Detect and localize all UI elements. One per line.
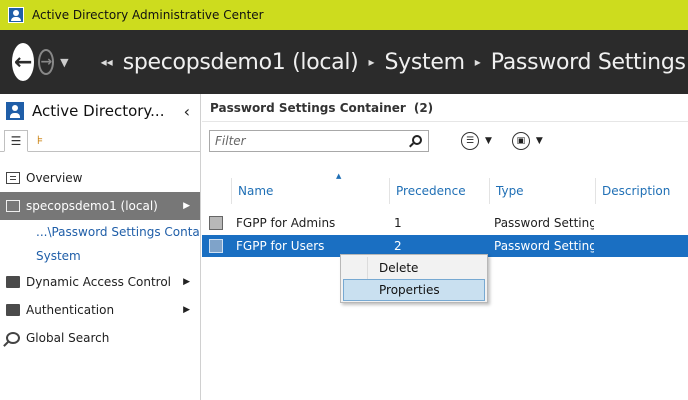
sidebar-item-domain[interactable]: specopsdemo1 (local) ▶ <box>0 192 200 220</box>
sidebar-item-global-search[interactable]: Global Search <box>0 324 200 352</box>
navigation-pane-title: Active Directory... <box>32 102 165 120</box>
sidebar-item-authentication[interactable]: Authentication ▶ <box>0 296 200 324</box>
app-icon <box>8 7 24 23</box>
content-toolbar: ☰ ▼ ▣ ▼ <box>202 122 688 160</box>
item-count: (2) <box>413 100 434 115</box>
list-options-icon: ☰ <box>461 132 479 150</box>
folder-icon <box>6 276 20 288</box>
sidebar-item-system[interactable]: System <box>0 244 200 268</box>
chevron-down-icon: ▼ <box>485 136 492 146</box>
sidebar-item-password-settings-container[interactable]: ...\Password Settings Contai... <box>0 220 200 244</box>
domain-icon <box>6 200 20 212</box>
column-header-icon <box>202 178 232 204</box>
cell-name: FGPP for Users <box>236 239 325 253</box>
sidebar-item-label: Overview <box>26 171 83 185</box>
sidebar-item-overview[interactable]: Overview <box>0 164 200 192</box>
container-header: Password Settings Container (2) <box>202 94 688 122</box>
cell-precedence: 2 <box>394 239 402 253</box>
overview-icon <box>6 172 20 184</box>
active-directory-icon <box>6 102 24 120</box>
save-query-button[interactable]: ▣ ▼ <box>511 132 543 150</box>
sidebar-item-label: Dynamic Access Control <box>26 275 172 289</box>
expand-arrow-icon[interactable]: ▶ <box>183 305 190 315</box>
password-settings-icon <box>209 216 223 230</box>
forward-button[interactable]: → <box>38 49 55 75</box>
cell-type: Password Settings <box>494 216 594 230</box>
column-header-label: Description <box>602 184 671 198</box>
column-header-description[interactable]: Description <box>596 178 688 204</box>
container-title: Password Settings Container <box>210 100 406 115</box>
back-button[interactable]: ← <box>12 43 35 81</box>
breadcrumb: ◂◂ specopsdemo1 (local) ▸ System ▸ Passw… <box>91 50 688 75</box>
arrow-right-icon: → <box>40 54 53 70</box>
cell-precedence: 1 <box>394 216 402 230</box>
view-tabs: ☰ ⊧ <box>0 128 200 152</box>
breadcrumb-overflow-icon[interactable]: ◂◂ <box>101 55 113 69</box>
menu-item-delete[interactable]: Delete <box>343 257 485 279</box>
expand-arrow-icon[interactable]: ▶ <box>183 201 190 211</box>
navigation-pane-header: Active Directory... ‹ <box>0 94 200 128</box>
column-header-label: Precedence <box>396 184 466 198</box>
breadcrumb-item-system[interactable]: System <box>384 50 465 75</box>
folder-icon <box>6 304 20 316</box>
navigation-bar: ← → ▼ ◂◂ specopsdemo1 (local) ▸ System ▸… <box>0 30 688 94</box>
collapse-pane-icon[interactable]: ‹ <box>184 102 190 121</box>
navigation-pane: Active Directory... ‹ ☰ ⊧ Overview speco… <box>0 94 201 400</box>
table-header: ▲ Name Precedence Type Description <box>202 172 688 204</box>
breadcrumb-item-password-settings[interactable]: Password Settings C <box>491 50 688 75</box>
table-row[interactable]: FGPP for Admins 1 Password Settings <box>202 212 688 234</box>
cell-type: Password Settings <box>494 239 594 253</box>
sidebar-item-label: Authentication <box>26 303 115 317</box>
arrow-left-icon: ← <box>14 49 33 75</box>
title-bar: Active Directory Administrative Center <box>0 0 688 30</box>
save-icon: ▣ <box>511 132 530 150</box>
search-icon[interactable] <box>412 135 422 145</box>
breadcrumb-separator-icon[interactable]: ▸ <box>368 55 374 69</box>
password-settings-icon <box>209 239 223 253</box>
chevron-down-icon: ▼ <box>535 136 543 146</box>
filter-input[interactable] <box>215 134 400 148</box>
sidebar-item-label: Global Search <box>26 331 110 345</box>
history-dropdown-icon[interactable]: ▼ <box>60 56 68 69</box>
search-icon <box>6 332 20 344</box>
expand-arrow-icon[interactable]: ▶ <box>183 277 190 287</box>
content-pane: Password Settings Container (2) ☰ ▼ ▣ ▼ … <box>202 94 688 400</box>
cell-name: FGPP for Admins <box>236 216 336 230</box>
context-menu: Delete Properties <box>340 254 488 303</box>
sidebar-item-dynamic-access-control[interactable]: Dynamic Access Control ▶ <box>0 268 200 296</box>
breadcrumb-separator-icon[interactable]: ▸ <box>475 55 481 69</box>
column-header-type[interactable]: Type <box>490 178 596 204</box>
list-view-tab-icon[interactable]: ☰ <box>4 130 28 152</box>
window-title: Active Directory Administrative Center <box>32 8 264 22</box>
column-header-name[interactable]: ▲ Name <box>232 172 390 204</box>
sort-ascending-icon: ▲ <box>336 172 342 180</box>
tree-view-tab-icon[interactable]: ⊧ <box>28 129 52 151</box>
column-header-label: Type <box>496 184 524 198</box>
menu-item-properties[interactable]: Properties <box>343 279 485 301</box>
breadcrumb-item-domain[interactable]: specopsdemo1 (local) <box>123 50 359 75</box>
sidebar-item-label: specopsdemo1 (local) <box>26 199 158 213</box>
view-options-button[interactable]: ☰ ▼ <box>461 132 492 150</box>
column-header-label: Name <box>238 184 274 198</box>
column-header-precedence[interactable]: Precedence <box>390 178 490 204</box>
filter-box <box>209 130 429 152</box>
